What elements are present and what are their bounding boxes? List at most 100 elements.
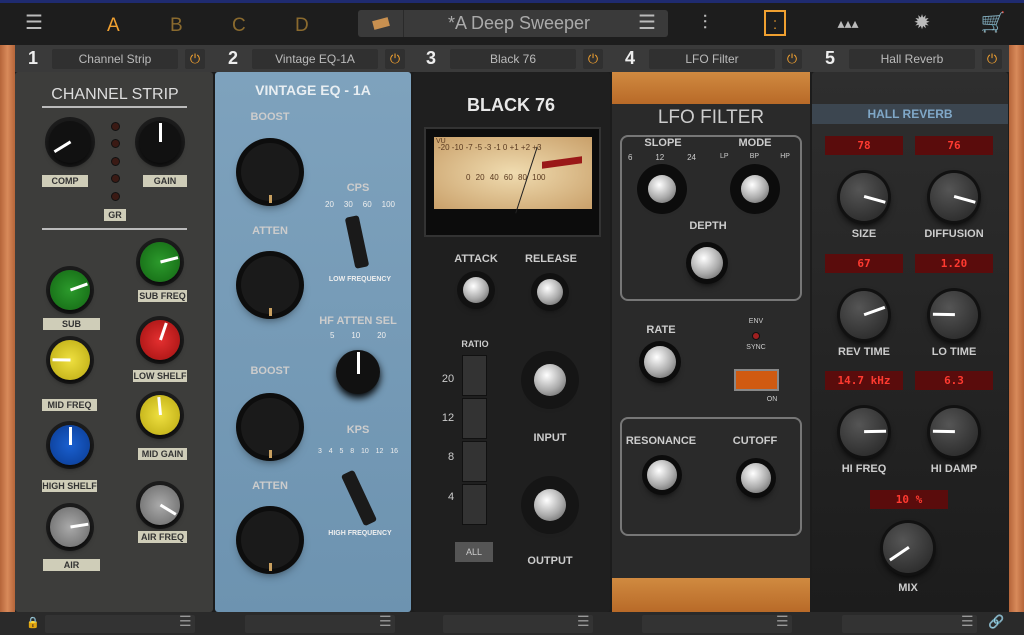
output-knob[interactable] bbox=[534, 489, 566, 521]
air-freq-label: AIR FREQ bbox=[138, 531, 187, 543]
gear-icon[interactable]: ✹ bbox=[908, 10, 936, 36]
ratio-8-button[interactable] bbox=[462, 441, 487, 482]
reverb-knob[interactable] bbox=[840, 173, 888, 221]
module-name[interactable]: LFO Filter bbox=[649, 49, 775, 69]
vu-face: -20 -10 -7 -5 -3 -1 0 +1 +2 +3 VU 0 20 4… bbox=[434, 137, 592, 214]
slot-menu-icon[interactable]: ☰ bbox=[379, 613, 392, 630]
module-number: 2 bbox=[228, 48, 239, 68]
sub-knob[interactable] bbox=[50, 270, 90, 310]
module-slot[interactable] bbox=[245, 615, 395, 633]
air-knob[interactable] bbox=[50, 507, 90, 547]
mixer-icon[interactable]: ⫶ bbox=[691, 10, 719, 36]
attack-label: ATTACK bbox=[454, 253, 498, 265]
module-slot[interactable] bbox=[45, 615, 195, 633]
attack-knob[interactable] bbox=[463, 277, 489, 303]
list-icon[interactable]: ☰ bbox=[638, 10, 656, 35]
slope-knob[interactable] bbox=[648, 175, 676, 203]
lfo-filter-title: LFO FILTER bbox=[657, 107, 765, 128]
hamburger-icon[interactable]: ☰ bbox=[18, 10, 50, 36]
release-knob[interactable] bbox=[537, 279, 563, 305]
power-icon[interactable]: ⏻ bbox=[982, 49, 1002, 69]
power-icon[interactable]: ⏻ bbox=[385, 49, 405, 69]
slot-menu-icon[interactable]: ☰ bbox=[961, 613, 974, 630]
slot-b[interactable]: B bbox=[170, 15, 183, 37]
mix-knob[interactable] bbox=[883, 523, 933, 573]
module-slot[interactable] bbox=[842, 615, 977, 633]
preset-selector[interactable]: *A Deep Sweeper ☰ bbox=[358, 10, 668, 37]
input-label: INPUT bbox=[533, 432, 567, 444]
wood-side-left bbox=[0, 45, 15, 612]
wood-top bbox=[612, 72, 810, 104]
module-name[interactable]: Vintage EQ-1A bbox=[252, 49, 378, 69]
power-icon[interactable]: ⏻ bbox=[185, 49, 205, 69]
param-label: REV TIME bbox=[838, 346, 890, 358]
comp-knob[interactable] bbox=[49, 121, 91, 163]
module-name[interactable]: Channel Strip bbox=[52, 49, 178, 69]
power-icon[interactable]: ⏻ bbox=[782, 49, 802, 69]
slot-menu-icon[interactable]: ☰ bbox=[776, 613, 789, 630]
mid-freq-knob[interactable] bbox=[50, 340, 90, 380]
lock-icon[interactable]: 🔒 bbox=[26, 616, 40, 629]
module-number: 4 bbox=[625, 48, 636, 68]
power-icon[interactable]: ⏻ bbox=[583, 49, 603, 69]
reverb-knob[interactable] bbox=[840, 408, 888, 456]
reverb-knob[interactable] bbox=[930, 408, 978, 456]
ratio-all-button[interactable]: ALL bbox=[455, 542, 493, 562]
depth-knob[interactable] bbox=[691, 247, 723, 279]
slot-d[interactable]: D bbox=[295, 15, 309, 37]
slope-label: SLOPE bbox=[644, 137, 682, 149]
param-label: HI FREQ bbox=[841, 463, 887, 475]
module-slot[interactable] bbox=[443, 615, 593, 633]
module-name[interactable]: Black 76 bbox=[450, 49, 576, 69]
mode-ticks: LP BP HP bbox=[720, 153, 790, 160]
module-slot[interactable] bbox=[642, 615, 792, 633]
low-shelf-knob[interactable] bbox=[140, 320, 180, 360]
gr-led bbox=[111, 139, 120, 148]
cart-icon[interactable]: 🛒 bbox=[979, 10, 1007, 36]
mid-gain-knob[interactable] bbox=[140, 395, 180, 435]
ratio-4-button[interactable] bbox=[462, 484, 487, 525]
low-boost-knob[interactable] bbox=[241, 143, 299, 203]
network-icon[interactable]: ▴▴▴ bbox=[834, 10, 862, 36]
sync-env-switch[interactable] bbox=[734, 369, 779, 391]
rate-knob[interactable] bbox=[644, 346, 676, 378]
high-boost-knob[interactable] bbox=[241, 398, 299, 458]
high-shelf-knob[interactable] bbox=[50, 425, 90, 465]
boost-high-label: BOOST bbox=[250, 365, 290, 377]
wood-bottom bbox=[612, 578, 810, 612]
resonance-knob[interactable] bbox=[647, 460, 677, 490]
slot-menu-icon[interactable]: ☰ bbox=[577, 613, 590, 630]
preset-folder-icon[interactable] bbox=[358, 10, 404, 37]
slot-menu-icon[interactable]: ☰ bbox=[179, 613, 192, 630]
module-name[interactable]: Hall Reverb bbox=[849, 49, 975, 69]
ratio-20-button[interactable] bbox=[462, 355, 487, 396]
cutoff-label: CUTOFF bbox=[732, 435, 778, 447]
slot-c[interactable]: C bbox=[232, 15, 246, 37]
low-atten-knob[interactable] bbox=[241, 256, 299, 316]
air-freq-knob[interactable] bbox=[140, 485, 180, 525]
preset-name: *A Deep Sweeper bbox=[447, 13, 591, 33]
vu-scale-bottom: 0 20 40 60 80 100 bbox=[466, 173, 546, 182]
env-label: ENV bbox=[748, 318, 764, 325]
gain-knob[interactable] bbox=[139, 121, 181, 163]
hf-atten-sel-knob[interactable] bbox=[336, 350, 380, 394]
tick: 12 bbox=[655, 153, 665, 162]
ratio-12-button[interactable] bbox=[462, 398, 487, 439]
reverb-knob[interactable] bbox=[930, 291, 978, 339]
divider bbox=[42, 106, 187, 108]
boost-low-label: BOOST bbox=[250, 111, 290, 123]
link-icon[interactable]: 🔗 bbox=[988, 614, 1004, 630]
vu-scale-top: -20 -10 -7 -5 -3 -1 0 +1 +2 +3 bbox=[438, 143, 542, 152]
cutoff-knob[interactable] bbox=[741, 463, 771, 493]
mid-freq-label: MID FREQ bbox=[42, 399, 97, 411]
mode-knob[interactable] bbox=[741, 175, 769, 203]
pedal-icon[interactable]: ⁚ bbox=[764, 10, 786, 36]
ratio-12: 12 bbox=[441, 412, 455, 424]
sub-freq-knob[interactable] bbox=[140, 242, 180, 282]
high-atten-knob[interactable] bbox=[241, 511, 299, 571]
module-number: 3 bbox=[426, 48, 437, 68]
slot-a[interactable]: A bbox=[107, 15, 120, 37]
reverb-knob[interactable] bbox=[930, 173, 978, 221]
input-knob[interactable] bbox=[534, 364, 566, 396]
reverb-knob[interactable] bbox=[840, 291, 888, 339]
